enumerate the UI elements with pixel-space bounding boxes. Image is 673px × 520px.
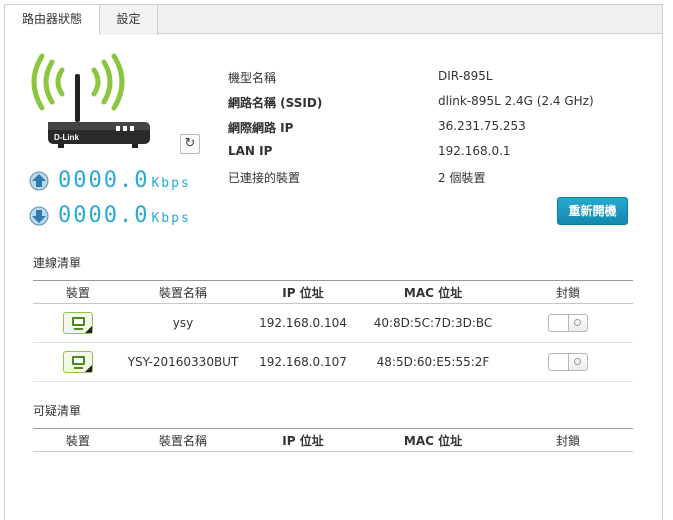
header-device-name: 裝置名稱 (123, 280, 243, 304)
upload-speed-value: 0000.0 (58, 168, 150, 193)
table-row: ysy 192.168.0.104 40:8D:5C:7D:3D:BC (33, 303, 633, 343)
table-row: YSY-20160330BUT 192.168.0.107 48:5D:60:E… (33, 342, 633, 382)
tab-bar: 路由器狀態 設定 (5, 5, 662, 35)
table-header-row: 裝置 裝置名稱 IP 位址 MAC 位址 封鎖 (33, 428, 633, 452)
connected-list-title: 連線清單 (33, 256, 82, 270)
lan-ip-label: LAN IP (228, 144, 273, 158)
computer-icon[interactable] (63, 312, 93, 334)
device-ip: 192.168.0.107 (243, 342, 363, 382)
header-block: 封鎖 (503, 280, 633, 304)
download-speed-value: 0000.0 (58, 203, 150, 228)
block-toggle[interactable] (548, 353, 588, 371)
upload-speed: 0000.0 Kbps (28, 168, 218, 196)
download-speed-unit: Kbps (151, 211, 191, 226)
header-device: 裝置 (33, 280, 123, 304)
device-name: ysy (123, 303, 243, 343)
download-arrow-icon (29, 206, 49, 226)
device-ip: 192.168.0.104 (243, 303, 363, 343)
block-toggle[interactable] (548, 314, 588, 332)
internet-ip-label: 網際網路 IP (228, 121, 294, 135)
header-ip: IP 位址 (243, 280, 363, 304)
connected-devices-label: 已連接的裝置 (228, 171, 301, 185)
upload-arrow-icon (29, 171, 49, 191)
model-name-value: DIR-895L (438, 69, 493, 83)
suspicious-list-title: 可疑清單 (33, 404, 82, 418)
header-block: 封鎖 (503, 428, 633, 452)
header-device: 裝置 (33, 428, 123, 452)
header-ip: IP 位址 (243, 428, 363, 452)
router-brand: D-Link (54, 133, 79, 142)
computer-icon[interactable] (63, 351, 93, 373)
upload-speed-unit: Kbps (151, 176, 191, 191)
refresh-icon: ↻ (184, 136, 196, 151)
tab-settings[interactable]: 設定 (100, 5, 158, 35)
refresh-button[interactable]: ↻ (180, 134, 200, 154)
header-device-name: 裝置名稱 (123, 428, 243, 452)
device-name: YSY-20160330BUT (123, 342, 243, 382)
tab-router-status[interactable]: 路由器狀態 (5, 5, 100, 35)
router-illustration: D-Link (31, 53, 150, 148)
reboot-button[interactable]: 重新開機 (557, 197, 628, 225)
header-mac: MAC 位址 (363, 428, 503, 452)
router-antenna (75, 74, 80, 122)
lan-ip-value: 192.168.0.1 (438, 144, 511, 158)
ssid-label: 網路名稱 (SSID) (228, 96, 323, 110)
internet-ip-value: 36.231.75.253 (438, 119, 526, 133)
ssid-value: dlink-895L 2.4G (2.4 GHz) (438, 94, 594, 108)
header-mac: MAC 位址 (363, 280, 503, 304)
model-name-label: 機型名稱 (228, 71, 277, 85)
device-mac: 48:5D:60:E5:55:2F (363, 342, 503, 382)
connected-devices-value: 2 個裝置 (438, 171, 486, 185)
connected-list-table: 裝置 裝置名稱 IP 位址 MAC 位址 封鎖 ysy 192.168.0.10… (33, 280, 633, 382)
download-speed: 0000.0 Kbps (28, 203, 218, 231)
table-header-row: 裝置 裝置名稱 IP 位址 MAC 位址 封鎖 (33, 280, 633, 304)
device-mac: 40:8D:5C:7D:3D:BC (363, 303, 503, 343)
suspicious-list-table: 裝置 裝置名稱 IP 位址 MAC 位址 封鎖 (33, 428, 633, 452)
